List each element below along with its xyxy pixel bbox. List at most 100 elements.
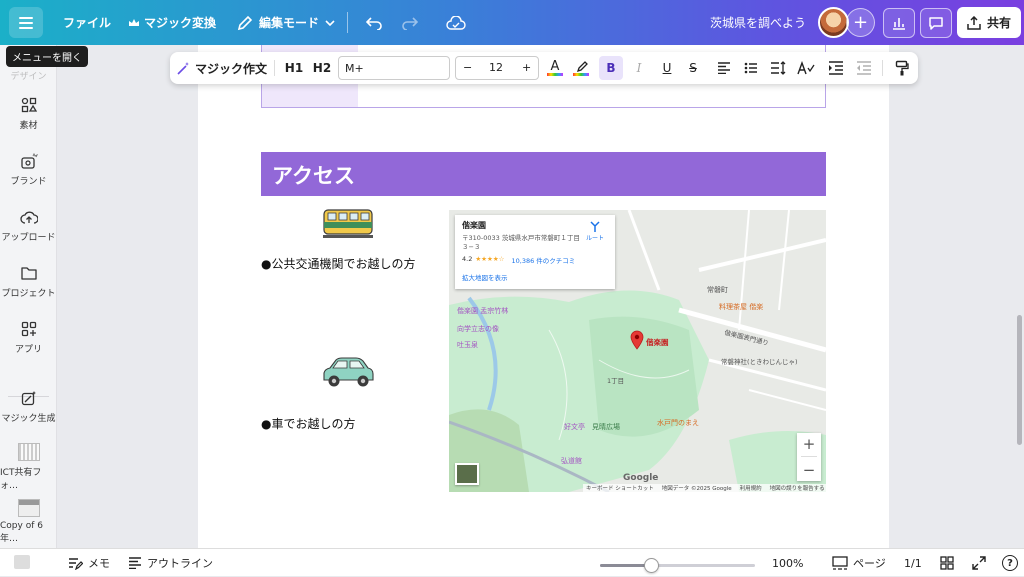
fullscreen-icon <box>972 556 986 570</box>
pencil-icon <box>237 15 253 30</box>
map-zoom-out-button[interactable]: − <box>803 461 816 479</box>
insights-button[interactable] <box>883 8 915 38</box>
map-pin-icon[interactable] <box>630 330 644 354</box>
reviews-link[interactable]: 10,386 件のクチコミ <box>511 255 575 265</box>
map-label: 向学立志の像 <box>457 325 499 333</box>
sidebar-item-projects[interactable]: プロジェクト <box>0 263 57 299</box>
help-icon: ? <box>1002 555 1018 571</box>
fullscreen-button[interactable] <box>972 549 986 577</box>
sidebar-item-design[interactable]: デザイン <box>0 69 57 82</box>
magic-write-label: マジック作文 <box>195 61 268 76</box>
copy-style-button[interactable] <box>891 52 913 84</box>
section-heading-text[interactable]: アクセス <box>272 160 355 190</box>
grid-view-icon <box>940 556 954 570</box>
sidebar-item-brand[interactable]: ブランド <box>0 151 57 187</box>
color-swatch <box>573 73 589 76</box>
google-logo: Google <box>623 473 659 483</box>
sidebar-collapse-icon[interactable] <box>14 555 30 569</box>
comments-button[interactable] <box>920 8 952 38</box>
cloud-save-button[interactable] <box>443 7 469 38</box>
edit-mode-dropdown[interactable]: 編集モード <box>237 0 335 45</box>
add-collaborator-button[interactable]: + <box>846 8 875 37</box>
rating-stars: ★★★★☆ <box>475 255 505 263</box>
public-transport-text[interactable]: ●公共交通機関でお越しの方 <box>261 255 415 272</box>
terms-link[interactable]: 利用規約 <box>740 484 762 492</box>
google-map-embed[interactable]: 偕楽園 〒310-0033 茨城県水戸市常磐町１丁目３−３ 4.2 ★★★★☆ … <box>449 210 826 492</box>
report-error-link[interactable]: 地図の誤りを報告する <box>770 484 825 492</box>
share-button[interactable]: 共有 <box>957 7 1021 38</box>
sidebar-item-ict-folder[interactable]: ICT共有フォ… <box>0 443 57 491</box>
font-size-stepper[interactable]: − 12 + <box>455 56 539 80</box>
magic-write-button[interactable]: マジック作文 <box>176 52 267 84</box>
underline-button[interactable]: U <box>656 52 678 84</box>
redo-icon <box>402 16 418 30</box>
place-address: 〒310-0033 茨城県水戸市常磐町１丁目３−３ <box>462 234 580 251</box>
undo-button[interactable] <box>362 7 386 38</box>
grid-view-button[interactable] <box>940 549 954 577</box>
indent-button[interactable] <box>825 52 847 84</box>
sidebar-item-copy-of-6[interactable]: Copy of 6年… <box>0 499 57 544</box>
train-icon[interactable] <box>323 209 373 239</box>
bullet-list-button[interactable] <box>740 52 762 84</box>
directions-button[interactable]: ルート <box>586 221 604 242</box>
edit-mode-label: 編集モード <box>259 16 320 30</box>
folder-icon <box>19 263 39 283</box>
help-button[interactable]: ? <box>1002 549 1018 577</box>
bold-button[interactable]: B <box>599 56 623 80</box>
keyboard-shortcuts-link[interactable]: キーボード ショートカット <box>586 484 654 492</box>
outdent-button[interactable] <box>853 52 875 84</box>
design-page: アクセス ●公共交通機関でお越しの方 ●車でお越しの方 偕楽園 〒310-003… <box>198 45 889 548</box>
font-size-decrease-button[interactable]: − <box>463 61 472 74</box>
italic-label: I <box>636 61 642 75</box>
car-access-text[interactable]: ●車でお越しの方 <box>261 415 355 432</box>
document-title-text: 茨城県を調べよう <box>710 16 807 30</box>
strikethrough-button[interactable]: S <box>682 52 704 84</box>
sidebar-item-label: デザイン <box>10 72 47 82</box>
font-family-select[interactable]: M+ <box>338 56 450 80</box>
satellite-toggle-thumbnail[interactable] <box>455 463 479 485</box>
menu-button[interactable] <box>9 7 43 38</box>
map-zoom-in-button[interactable]: + <box>803 435 816 453</box>
chevron-down-icon <box>325 19 335 26</box>
place-info-card: 偕楽園 〒310-0033 茨城県水戸市常磐町１丁目３−３ 4.2 ★★★★☆ … <box>455 215 615 289</box>
align-button[interactable] <box>713 52 735 84</box>
magic-switch-button[interactable]: マジック変換 <box>128 0 216 45</box>
notes-button[interactable]: メモ <box>68 549 110 577</box>
effects-button[interactable] <box>795 52 817 84</box>
vertical-scrollbar[interactable] <box>1017 315 1022 445</box>
document-title[interactable]: 茨城県を調べよう <box>710 0 806 45</box>
italic-button[interactable]: I <box>628 52 650 84</box>
sidebar-item-magic-generate[interactable]: マジック生成 <box>0 388 57 424</box>
sidebar-item-uploads[interactable]: アップロード <box>0 207 57 243</box>
text-color-button[interactable]: A <box>544 52 566 84</box>
heading2-button[interactable]: H2 <box>311 52 333 84</box>
sidebar-item-label: マジック生成 <box>1 414 56 424</box>
larger-map-link[interactable]: 拡大地図を表示 <box>462 272 608 282</box>
top-bar: ファイル マジック変換 編集モード 茨城県を調べよう + 共有 <box>0 0 1024 45</box>
page-count[interactable]: 1/1 <box>904 549 922 577</box>
zoom-slider[interactable] <box>600 558 755 573</box>
file-menu[interactable]: ファイル <box>63 0 111 45</box>
shapes-icon <box>19 95 39 115</box>
car-icon[interactable] <box>320 356 376 390</box>
sidebar-item-elements[interactable]: 素材 <box>0 95 57 131</box>
font-size-increase-button[interactable]: + <box>522 61 531 74</box>
rating-value: 4.2 <box>462 255 473 263</box>
sidebar-item-label: ICT共有フォ… <box>0 468 42 491</box>
zoom-level[interactable]: 100% <box>772 549 803 577</box>
spacing-button[interactable] <box>767 52 789 84</box>
outdent-icon <box>857 61 871 75</box>
sidebar-item-apps[interactable]: アプリ <box>0 319 57 355</box>
magic-switch-label: マジック変換 <box>144 16 217 30</box>
section-heading[interactable]: アクセス <box>261 152 826 196</box>
highlight-button[interactable] <box>570 52 592 84</box>
redo-button[interactable] <box>398 7 422 38</box>
heading1-button[interactable]: H1 <box>283 52 305 84</box>
outline-button[interactable]: アウトライン <box>128 549 213 577</box>
zoom-slider-handle[interactable] <box>644 558 660 573</box>
underline-label: U <box>662 61 672 75</box>
map-label: 常磐町 <box>707 286 728 294</box>
font-size-value[interactable]: 12 <box>489 61 503 74</box>
pages-button[interactable]: ページ <box>832 549 886 577</box>
avatar[interactable] <box>818 7 849 38</box>
